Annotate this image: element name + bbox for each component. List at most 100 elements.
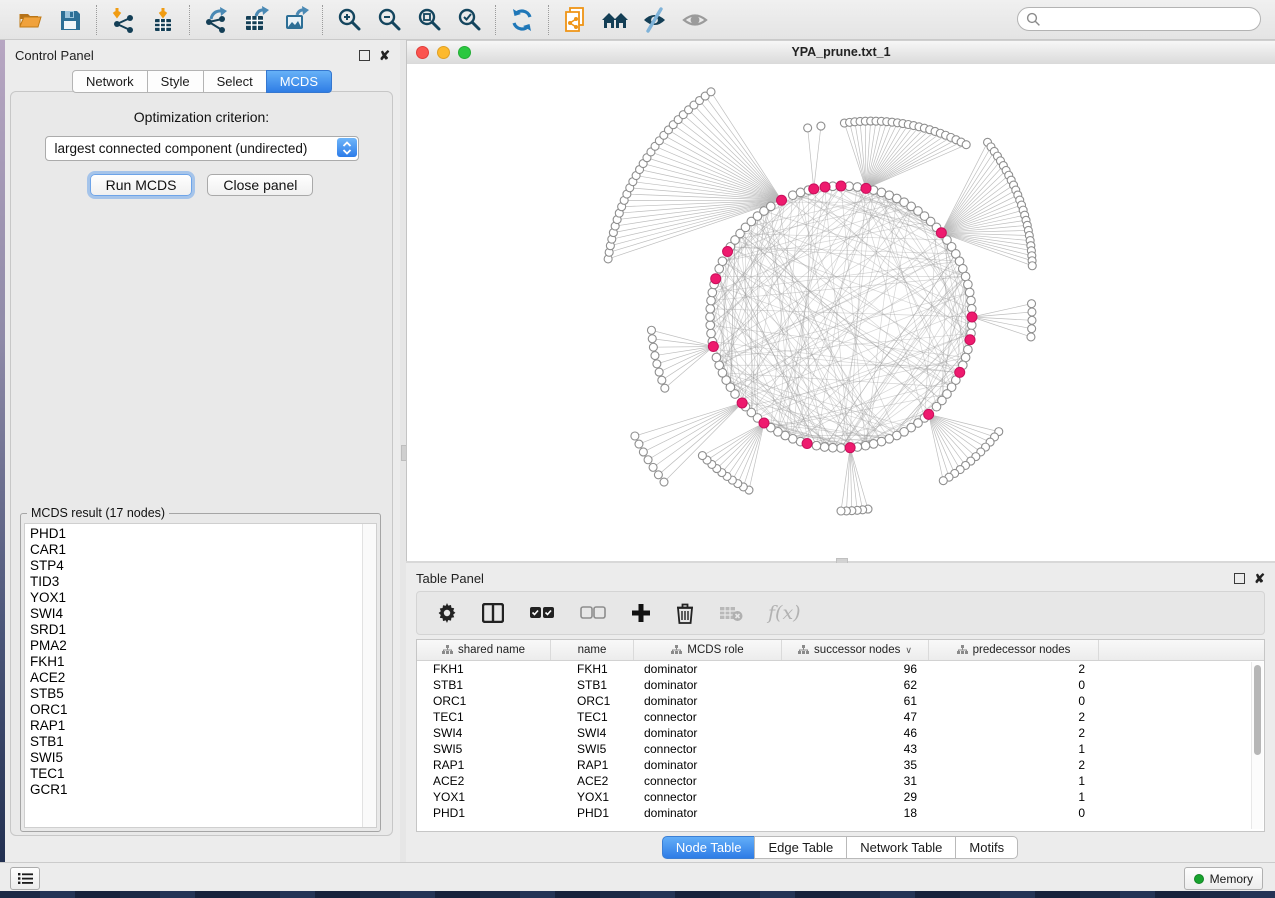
float-panel-icon[interactable] — [1234, 573, 1245, 584]
table-cell[interactable]: connector — [634, 789, 782, 805]
network-canvas[interactable] — [407, 64, 1275, 561]
table-cell[interactable]: connector — [634, 773, 782, 789]
close-panel-icon[interactable]: ✘ — [379, 51, 390, 60]
mcds-result-item[interactable]: YOX1 — [30, 590, 376, 606]
table-cell[interactable]: SWI4 — [551, 725, 634, 741]
table-cell[interactable]: 96 — [782, 661, 929, 677]
refresh-icon[interactable] — [502, 4, 542, 36]
table-cell[interactable]: dominator — [634, 677, 782, 693]
show-all-icon[interactable] — [675, 4, 715, 36]
table-row[interactable]: TEC1TEC1connector472 — [417, 709, 1251, 725]
column-header-shared-name[interactable]: shared name — [417, 640, 551, 660]
table-cell[interactable]: FKH1 — [551, 661, 634, 677]
tab-network-table[interactable]: Network Table — [846, 836, 956, 859]
delete-column-icon[interactable] — [676, 603, 694, 624]
mcds-result-item[interactable]: TID3 — [30, 574, 376, 590]
table-cell[interactable]: 31 — [782, 773, 929, 789]
zoom-out-icon[interactable] — [369, 4, 409, 36]
save-session-icon[interactable] — [50, 4, 90, 36]
export-image-icon[interactable] — [276, 4, 316, 36]
mcds-result-item[interactable]: GCR1 — [30, 782, 376, 798]
add-column-icon[interactable] — [631, 603, 651, 623]
clone-network-icon[interactable] — [555, 4, 595, 36]
zoom-in-icon[interactable] — [329, 4, 369, 36]
mcds-result-item[interactable]: PMA2 — [30, 638, 376, 654]
table-cell[interactable]: 0 — [929, 693, 1099, 709]
select-all-icon[interactable] — [529, 606, 555, 620]
network-graph[interactable] — [407, 64, 1275, 556]
table-row[interactable]: SWI5SWI5connector431 — [417, 741, 1251, 757]
mcds-result-item[interactable]: PHD1 — [30, 526, 376, 542]
table-cell[interactable]: 62 — [782, 677, 929, 693]
export-table-icon[interactable] — [236, 4, 276, 36]
mcds-list-scrollbar[interactable] — [362, 524, 376, 827]
tab-edge-table[interactable]: Edge Table — [754, 836, 847, 859]
table-cell[interactable]: 35 — [782, 757, 929, 773]
mcds-result-item[interactable]: CAR1 — [30, 542, 376, 558]
close-panel-button[interactable]: Close panel — [207, 174, 313, 196]
table-cell[interactable]: 2 — [929, 757, 1099, 773]
table-cell[interactable]: ORC1 — [417, 693, 551, 709]
table-cell[interactable]: dominator — [634, 757, 782, 773]
table-cell[interactable]: STB1 — [551, 677, 634, 693]
mcds-result-item[interactable]: ORC1 — [30, 702, 376, 718]
column-header-mcds-role[interactable]: MCDS role — [634, 640, 782, 660]
table-cell[interactable]: 47 — [782, 709, 929, 725]
table-cell[interactable]: ORC1 — [551, 693, 634, 709]
hide-selected-icon[interactable] — [635, 4, 675, 36]
zoom-selected-icon[interactable] — [449, 4, 489, 36]
zoom-fit-icon[interactable] — [409, 4, 449, 36]
table-cell[interactable]: 1 — [929, 789, 1099, 805]
tab-motifs[interactable]: Motifs — [955, 836, 1018, 859]
table-cell[interactable]: 18 — [782, 805, 929, 821]
table-row[interactable]: FKH1FKH1dominator962 — [417, 661, 1251, 677]
deselect-all-icon[interactable] — [580, 606, 606, 620]
criterion-select[interactable]: largest connected component (undirected) — [45, 136, 359, 161]
table-cell[interactable]: RAP1 — [417, 757, 551, 773]
mcds-result-item[interactable]: RAP1 — [30, 718, 376, 734]
table-cell[interactable]: YOX1 — [417, 789, 551, 805]
table-cell[interactable]: 29 — [782, 789, 929, 805]
table-cell[interactable]: 1 — [929, 741, 1099, 757]
table-cell[interactable]: RAP1 — [551, 757, 634, 773]
status-menu-button[interactable] — [10, 867, 40, 890]
open-file-icon[interactable] — [10, 4, 50, 36]
table-row[interactable]: ORC1ORC1dominator610 — [417, 693, 1251, 709]
table-row[interactable]: ACE2ACE2connector311 — [417, 773, 1251, 789]
import-network-icon[interactable] — [103, 4, 143, 36]
mcds-result-item[interactable]: SRD1 — [30, 622, 376, 638]
table-cell[interactable]: dominator — [634, 725, 782, 741]
run-mcds-button[interactable]: Run MCDS — [90, 174, 193, 196]
table-cell[interactable]: 0 — [929, 805, 1099, 821]
table-cell[interactable]: dominator — [634, 661, 782, 677]
table-cell[interactable]: 2 — [929, 725, 1099, 741]
scrollbar-thumb[interactable] — [1254, 665, 1261, 755]
column-header-successor-nodes[interactable]: successor nodes ∨ — [782, 640, 929, 660]
tab-style[interactable]: Style — [147, 70, 204, 93]
table-cell[interactable]: PHD1 — [551, 805, 634, 821]
table-cell[interactable]: 61 — [782, 693, 929, 709]
table-cell[interactable]: 2 — [929, 661, 1099, 677]
mcds-result-item[interactable]: ACE2 — [30, 670, 376, 686]
table-cell[interactable]: PHD1 — [417, 805, 551, 821]
table-row[interactable]: SWI4SWI4dominator462 — [417, 725, 1251, 741]
settings-gear-icon[interactable] — [437, 603, 457, 623]
tab-select[interactable]: Select — [203, 70, 267, 93]
delete-table-icon[interactable] — [719, 605, 743, 622]
table-cell[interactable]: ACE2 — [551, 773, 634, 789]
mcds-result-item[interactable]: STP4 — [30, 558, 376, 574]
float-panel-icon[interactable] — [359, 50, 370, 61]
table-cell[interactable]: SWI5 — [417, 741, 551, 757]
table-cell[interactable]: 43 — [782, 741, 929, 757]
column-header-predecessor-nodes[interactable]: predecessor nodes — [929, 640, 1099, 660]
first-neighbors-icon[interactable] — [595, 4, 635, 36]
table-cell[interactable]: YOX1 — [551, 789, 634, 805]
table-cell[interactable]: connector — [634, 709, 782, 725]
memory-button[interactable]: Memory — [1184, 867, 1263, 890]
table-cell[interactable]: STB1 — [417, 677, 551, 693]
column-panel-icon[interactable] — [482, 603, 504, 623]
column-header-name[interactable]: name — [551, 640, 634, 660]
tab-network[interactable]: Network — [72, 70, 148, 93]
table-cell[interactable]: ACE2 — [417, 773, 551, 789]
mcds-result-item[interactable]: STB5 — [30, 686, 376, 702]
